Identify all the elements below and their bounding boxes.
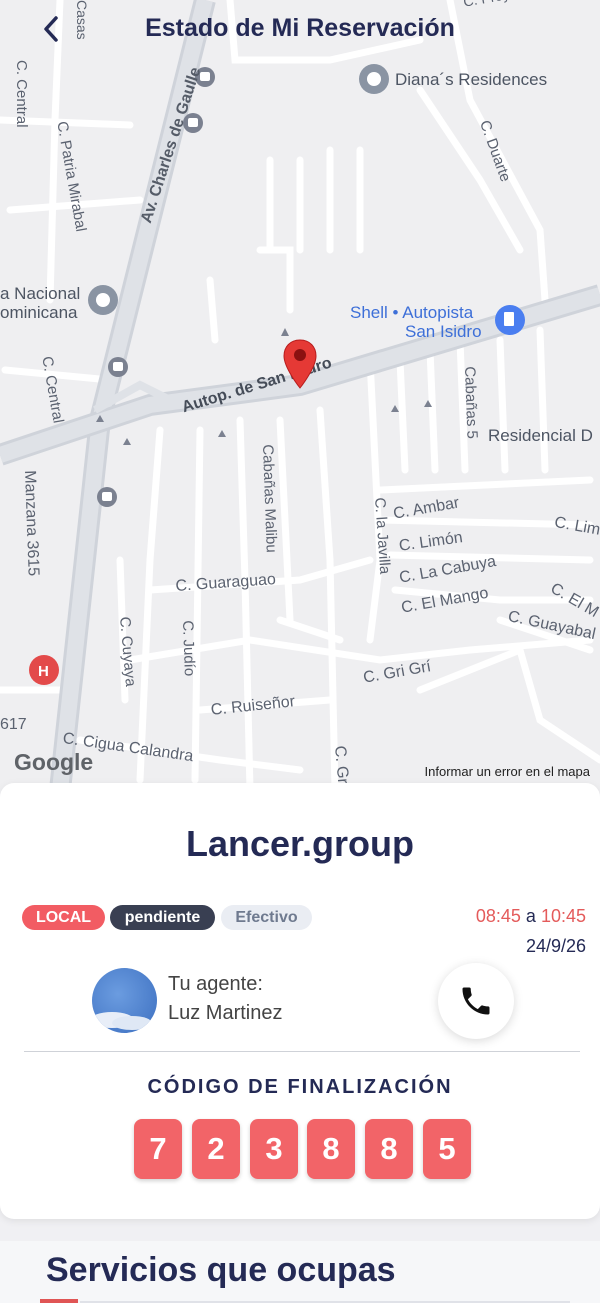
place-label[interactable]: Diana´s Residences xyxy=(395,70,547,90)
completion-code-label: CÓDIGO DE FINALIZACIÓN xyxy=(147,1076,453,1098)
map-street-label: C. Judío xyxy=(179,620,198,677)
code-digit: 2 xyxy=(192,1119,240,1179)
code-digit: 3 xyxy=(250,1119,298,1179)
location-pin-icon[interactable] xyxy=(282,338,318,390)
report-map-error-link[interactable]: Informar un error en el mapa xyxy=(425,764,590,779)
map-view[interactable]: H Av. Charles de Gaulle Autop. de San Is… xyxy=(0,0,600,790)
code-digit: 5 xyxy=(423,1119,471,1179)
map-street-label: 617 xyxy=(0,716,27,733)
company-name: Lancer.group xyxy=(185,823,415,864)
time-range: 08:45 a 10:45 xyxy=(476,906,586,927)
services-title: Servicios que ocupas xyxy=(46,1251,396,1289)
place-label[interactable]: Shell • Autopista xyxy=(350,303,473,323)
location-type-badge: LOCAL xyxy=(22,905,105,930)
map-street-label: Cabañas 5 xyxy=(461,366,481,440)
phone-icon xyxy=(462,987,490,1015)
google-logo: Google xyxy=(14,749,94,775)
status-badge: pendiente xyxy=(110,905,215,930)
place-label: San Isidro xyxy=(405,322,482,341)
map-street-label: Manzana 3615 xyxy=(21,470,42,577)
agent-name: Luz Martinez xyxy=(168,1002,283,1024)
svg-text:H: H xyxy=(38,663,49,680)
place-label: Residencial D xyxy=(488,426,593,445)
place-label: ominicana xyxy=(0,303,78,322)
services-section: Servicios que ocupas xyxy=(0,1241,600,1303)
top-bar: Estado de Mi Reservación xyxy=(0,0,600,60)
payment-badge: Efectivo xyxy=(221,905,312,930)
call-agent-button[interactable] xyxy=(438,963,514,1039)
code-digit: 7 xyxy=(134,1119,182,1179)
reservation-card: Lancer.group LOCAL pendiente Efectivo 08… xyxy=(0,783,600,1219)
agent-label: Tu agente: xyxy=(168,973,263,995)
code-digit: 8 xyxy=(307,1119,355,1179)
code-digit: 8 xyxy=(365,1119,413,1179)
place-label[interactable]: a Nacional xyxy=(0,284,80,304)
time-separator: a xyxy=(525,906,536,926)
divider xyxy=(24,1051,580,1052)
avatar xyxy=(92,968,157,1033)
page-title: Estado de Mi Reservación xyxy=(145,14,455,42)
map-roads: H xyxy=(0,0,600,790)
end-time: 10:45 xyxy=(540,906,586,926)
map-street-label: C. Gr xyxy=(331,745,352,785)
reservation-date: 24/9/26 xyxy=(525,936,586,956)
services-accent-bar xyxy=(40,1299,78,1303)
map-street-label: C. Central xyxy=(13,60,30,128)
start-time: 08:45 xyxy=(475,906,521,926)
